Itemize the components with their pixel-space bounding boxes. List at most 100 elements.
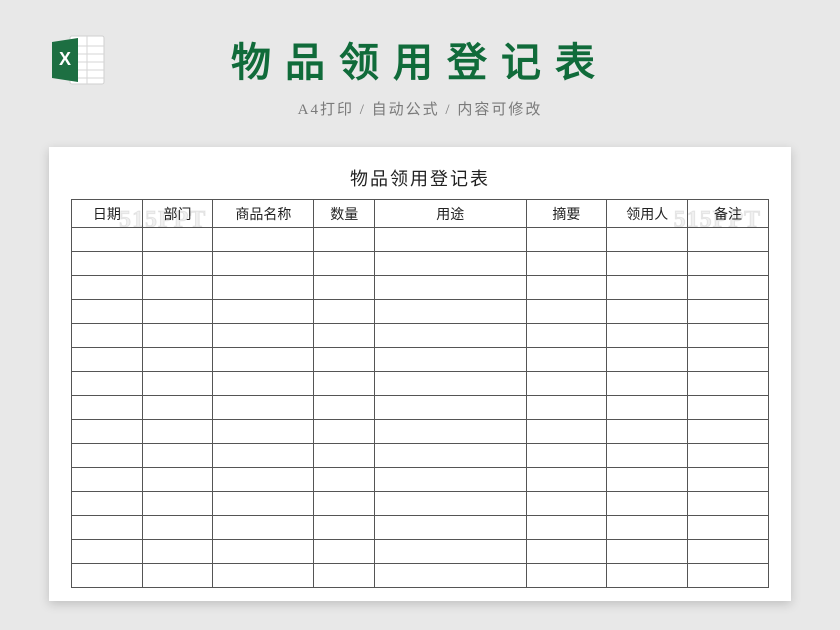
table-cell	[142, 372, 213, 396]
table-cell	[72, 372, 143, 396]
table-cell	[72, 396, 143, 420]
table-cell	[142, 348, 213, 372]
table-cell	[607, 492, 688, 516]
table-cell	[72, 516, 143, 540]
table-cell	[72, 564, 143, 588]
table-cell	[688, 348, 769, 372]
table-cell	[72, 492, 143, 516]
table-cell	[607, 516, 688, 540]
table-cell	[314, 372, 375, 396]
excel-file-icon: X	[48, 32, 106, 88]
table-cell	[375, 396, 527, 420]
table-cell	[688, 228, 769, 252]
table-row	[72, 468, 769, 492]
table-cell	[375, 564, 527, 588]
table-row	[72, 372, 769, 396]
column-header: 数量	[314, 200, 375, 228]
table-cell	[213, 444, 314, 468]
table-cell	[213, 276, 314, 300]
table-cell	[607, 324, 688, 348]
table-cell	[607, 444, 688, 468]
table-cell	[314, 324, 375, 348]
table-cell	[688, 324, 769, 348]
table-cell	[314, 228, 375, 252]
table-cell	[375, 372, 527, 396]
table-cell	[688, 492, 769, 516]
table-cell	[314, 444, 375, 468]
table-cell	[213, 372, 314, 396]
table-cell	[526, 228, 607, 252]
table-cell	[142, 300, 213, 324]
table-cell	[607, 276, 688, 300]
table-cell	[213, 564, 314, 588]
table-cell	[375, 252, 527, 276]
table-row	[72, 564, 769, 588]
table-cell	[72, 228, 143, 252]
table-cell	[688, 300, 769, 324]
sheet-title: 物品领用登记表	[71, 165, 769, 191]
table-cell	[314, 564, 375, 588]
table-cell	[375, 540, 527, 564]
table-cell	[375, 276, 527, 300]
table-cell	[213, 540, 314, 564]
table-cell	[72, 348, 143, 372]
table-cell	[526, 276, 607, 300]
table-cell	[526, 444, 607, 468]
table-cell	[688, 564, 769, 588]
table-cell	[314, 540, 375, 564]
table-cell	[142, 540, 213, 564]
table-cell	[526, 396, 607, 420]
table-row	[72, 540, 769, 564]
column-header: 商品名称	[213, 200, 314, 228]
table-cell	[688, 444, 769, 468]
table-cell	[72, 276, 143, 300]
table-cell	[314, 252, 375, 276]
table-cell	[375, 468, 527, 492]
table-cell	[142, 444, 213, 468]
table-cell	[72, 468, 143, 492]
table-cell	[607, 348, 688, 372]
table-cell	[142, 396, 213, 420]
table-cell	[213, 492, 314, 516]
table-cell	[72, 252, 143, 276]
table-cell	[526, 252, 607, 276]
table-cell	[142, 492, 213, 516]
table-cell	[526, 300, 607, 324]
table-cell	[72, 300, 143, 324]
table-cell	[314, 276, 375, 300]
table-cell	[314, 468, 375, 492]
table-cell	[314, 492, 375, 516]
page-title: 物品领用登记表	[0, 30, 840, 88]
column-header: 摘要	[526, 200, 607, 228]
table-cell	[72, 444, 143, 468]
table-cell	[213, 516, 314, 540]
table-row	[72, 276, 769, 300]
table-cell	[526, 420, 607, 444]
table-cell	[72, 540, 143, 564]
table-cell	[314, 420, 375, 444]
table-cell	[213, 420, 314, 444]
table-cell	[213, 300, 314, 324]
table-cell	[142, 468, 213, 492]
header-area: X 物品领用登记表 A4打印 / 自动公式 / 内容可修改	[0, 0, 840, 119]
table-cell	[688, 252, 769, 276]
table-cell	[213, 468, 314, 492]
table-header-row: 日期部门商品名称数量用途摘要领用人备注	[72, 200, 769, 228]
table-row	[72, 420, 769, 444]
table-row	[72, 324, 769, 348]
table-row	[72, 348, 769, 372]
table-cell	[375, 348, 527, 372]
table-cell	[607, 540, 688, 564]
page-subtitle: A4打印 / 自动公式 / 内容可修改	[0, 98, 840, 119]
column-header: 用途	[375, 200, 527, 228]
table-cell	[526, 492, 607, 516]
table-cell	[375, 228, 527, 252]
column-header: 备注	[688, 200, 769, 228]
table-cell	[607, 372, 688, 396]
table-cell	[688, 420, 769, 444]
table-row	[72, 492, 769, 516]
column-header: 日期	[72, 200, 143, 228]
table-cell	[607, 564, 688, 588]
table-cell	[213, 396, 314, 420]
table-row	[72, 228, 769, 252]
